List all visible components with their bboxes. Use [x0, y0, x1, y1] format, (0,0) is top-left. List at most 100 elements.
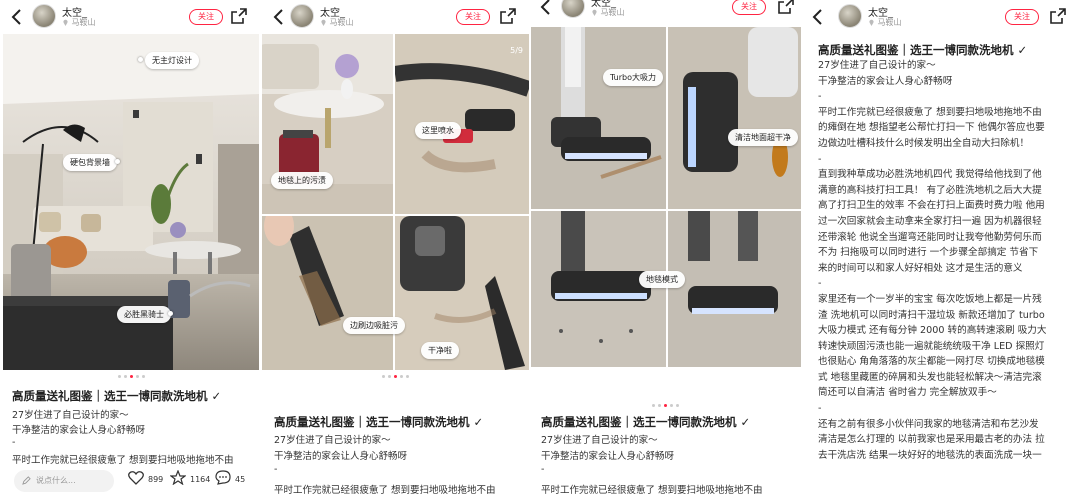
image-tag[interactable]: 地毯模式 — [639, 271, 685, 288]
post-panel-4: 太空_ 马鞍山 关注 高质量送礼图鉴｜选王一博同款洗地机 ✓ 27岁住进了自己设… — [801, 0, 1080, 503]
paragraph-line: 平时工作完就已经很疲惫了 想到要扫地吸地拖地不由 — [818, 106, 1042, 118]
paragraph-line: 满意的高科技打扫工具！ 有了必胜洗地机之后大大提 — [818, 184, 1042, 196]
paragraph-line: 去干洗店洗 结果一块好好的地毯洗的表面洗成一块一 — [818, 449, 1042, 461]
back-arrow-icon[interactable] — [10, 8, 24, 26]
location-icon — [592, 9, 597, 16]
post-title: 高质量送礼图鉴｜选王一博同款洗地机 ✓ — [541, 415, 751, 429]
paragraph-line: 也很贴心 角角落落的灰尘都能一网打尽 切换成地毯模 — [818, 356, 1045, 368]
like-count: 899 — [148, 475, 164, 484]
back-arrow-icon[interactable] — [811, 8, 825, 26]
image-tag[interactable]: 边刷边吸脏污 — [343, 317, 405, 334]
paragraph-line: - — [818, 278, 822, 290]
avatar[interactable] — [290, 4, 314, 28]
paragraph-line: 式 地毯里藏匿的碎屑和头发也能轻松解决～清洁完滚 — [818, 371, 1042, 383]
location-text: 马鞍山 — [329, 18, 354, 27]
paragraph-line: 过一次回家就会主动拿来全家打扫一遍 因为机器很轻 — [818, 215, 1042, 227]
back-arrow-icon[interactable] — [272, 8, 286, 26]
paragraph-line: 清洁是怎么打理的 以前我家也是采用最古老的办法 拉 — [818, 434, 1045, 446]
post-text: 干净整洁的家会让人身心舒畅呀 — [541, 451, 675, 462]
comment-bubble-icon — [215, 470, 231, 485]
carousel-dots — [262, 375, 529, 378]
photo-quadrant — [262, 216, 393, 370]
collect-count: 1164 — [190, 475, 211, 484]
post-image-vacuum-modes[interactable]: Turbo大吸力 清洁地面超干净 地毯模式 — [531, 27, 801, 367]
paragraph-line: 筒还可以自清洁 省时省力 完全解放双手～ — [818, 387, 997, 399]
user-location: 马鞍山 — [62, 17, 96, 28]
comment-count: 45 — [235, 475, 246, 484]
follow-button[interactable]: 关注 — [189, 9, 223, 25]
paragraph-line: - — [818, 153, 822, 165]
photo-quadrant: 5/9 — [395, 34, 529, 214]
nozzle-photo — [262, 216, 393, 370]
tag-dot — [115, 159, 120, 164]
avatar[interactable] — [561, 0, 585, 18]
post-text: - — [274, 464, 278, 475]
post-text: 干净整洁的家会让人身心舒畅呀 — [12, 425, 146, 436]
post-text: - — [12, 437, 16, 448]
image-tag[interactable]: 无主灯设计 — [145, 52, 199, 69]
post-text: 27岁住进了自己设计的家～ — [818, 60, 936, 71]
post-text: - — [541, 464, 545, 475]
photo-quadrant — [531, 211, 666, 367]
photo-quadrant — [395, 216, 529, 370]
share-icon[interactable] — [231, 8, 247, 24]
image-tag[interactable]: 干净啦 — [421, 342, 459, 359]
image-tag[interactable]: 清洁地面超干净 — [728, 129, 798, 146]
post-text: 27岁住进了自己设计的家～ — [541, 435, 658, 446]
comment-input[interactable]: 说点什么... — [14, 470, 114, 492]
share-icon[interactable] — [500, 8, 516, 24]
post-text: 平时工作完就已经很疲惫了 想到要扫地吸地拖地不由 — [12, 455, 234, 466]
post-text: 27岁住进了自己设计的家～ — [12, 410, 129, 421]
follow-button[interactable]: 关注 — [456, 9, 490, 25]
post-image-living-room[interactable]: 无主灯设计 硬包背景墙 必胜黑骑士 — [3, 34, 259, 370]
paragraph-line: 渣 洗地机可以同时清扫干湿垃圾 新款还增加了 turbo — [818, 309, 1045, 321]
follow-button[interactable]: 关注 — [732, 0, 766, 15]
image-tag[interactable]: 硬包背景墙 — [63, 154, 117, 171]
paragraph-line: 还带滚轮 他说全当遛弯还能同时让我夸他勤劳何乐而 — [818, 231, 1042, 243]
user-location: 马鞍山 — [868, 17, 902, 28]
pencil-icon — [22, 476, 31, 485]
location-text: 马鞍山 — [71, 18, 96, 27]
post-header: 太空_ 马鞍山 关注 — [262, 0, 529, 34]
spray-photo — [395, 34, 529, 214]
paragraph-line: 还有之前有很多小伙伴问我家的地毯清洁和布艺沙发 — [818, 418, 1039, 430]
floor-photo — [668, 27, 801, 209]
carpet-photo — [668, 211, 801, 367]
paragraph-line: 的瘫倒在地 想指望老公帮忙打扫一下 他偶尔答应也要 — [818, 122, 1045, 134]
paragraph-line: 直到我种草成功必胜洗地机四代 我觉得给他找到了他 — [818, 169, 1042, 181]
post-panel-3: 太空_ 马鞍山 关注 Turbo大吸力 清洁地面超干净 地毯模式 高质量送礼图鉴… — [529, 0, 801, 503]
paragraph-line: - — [818, 403, 822, 415]
paragraph-line: 转速快顽固污渍也能一遍就能统统吸干净 LED 探照灯 — [818, 340, 1045, 352]
bottom-action-bar: 说点什么... 899 1164 45 — [0, 466, 262, 503]
paragraph-line: 家里还有一个一岁半的宝宝 每次吃饭地上都是一片残 — [818, 293, 1042, 305]
image-tag[interactable]: Turbo大吸力 — [603, 69, 664, 86]
user-location: 马鞍山 — [320, 17, 354, 28]
carousel-dots — [0, 375, 262, 378]
heart-icon — [128, 471, 144, 485]
post-text: 27岁住进了自己设计的家～ — [274, 435, 391, 446]
post-header: 太空_ 马鞍山 关注 — [529, 0, 801, 24]
user-location: 马鞍山 — [591, 7, 625, 18]
share-icon[interactable] — [778, 0, 794, 14]
back-arrow-icon[interactable] — [539, 0, 553, 16]
avatar[interactable] — [32, 4, 56, 28]
follow-button[interactable]: 关注 — [1005, 9, 1039, 25]
photo-quadrant — [531, 27, 666, 209]
clean-photo — [395, 216, 529, 370]
turbo-photo — [531, 27, 666, 209]
photo-quadrant — [668, 211, 801, 367]
post-text: 干净整洁的家会让人身心舒畅呀 — [274, 451, 408, 462]
paragraph-line: 边做边吐槽科技什么时候发明出全自动大扫除机！ — [818, 137, 1030, 149]
post-image-carpet-cleaning[interactable]: 5/9 这里喷水 地毯上的污渍 边刷边吸脏污 干净啦 — [262, 34, 529, 370]
avatar[interactable] — [838, 4, 862, 28]
paragraph-line: 不为 扫拖吸可以同时进行 一个步骤全部搞定 节省下 — [818, 247, 1039, 259]
image-tag[interactable]: 必胜黑骑士 — [117, 306, 171, 323]
share-icon[interactable] — [1050, 8, 1066, 24]
image-tag[interactable]: 地毯上的污渍 — [271, 172, 333, 189]
photo-quadrant — [668, 27, 801, 209]
paragraph-line: 大吸力模式 还有每分钟 2000 转的高转速滚刷 吸力大 — [818, 325, 1047, 337]
post-text: 平时工作完就已经很疲惫了 想到要扫地吸地拖地不由 — [541, 485, 763, 496]
post-title: 高质量送礼图鉴｜选王一博同款洗地机 ✓ — [12, 389, 222, 403]
image-tag[interactable]: 这里喷水 — [415, 122, 461, 139]
post-text: - — [818, 91, 822, 103]
